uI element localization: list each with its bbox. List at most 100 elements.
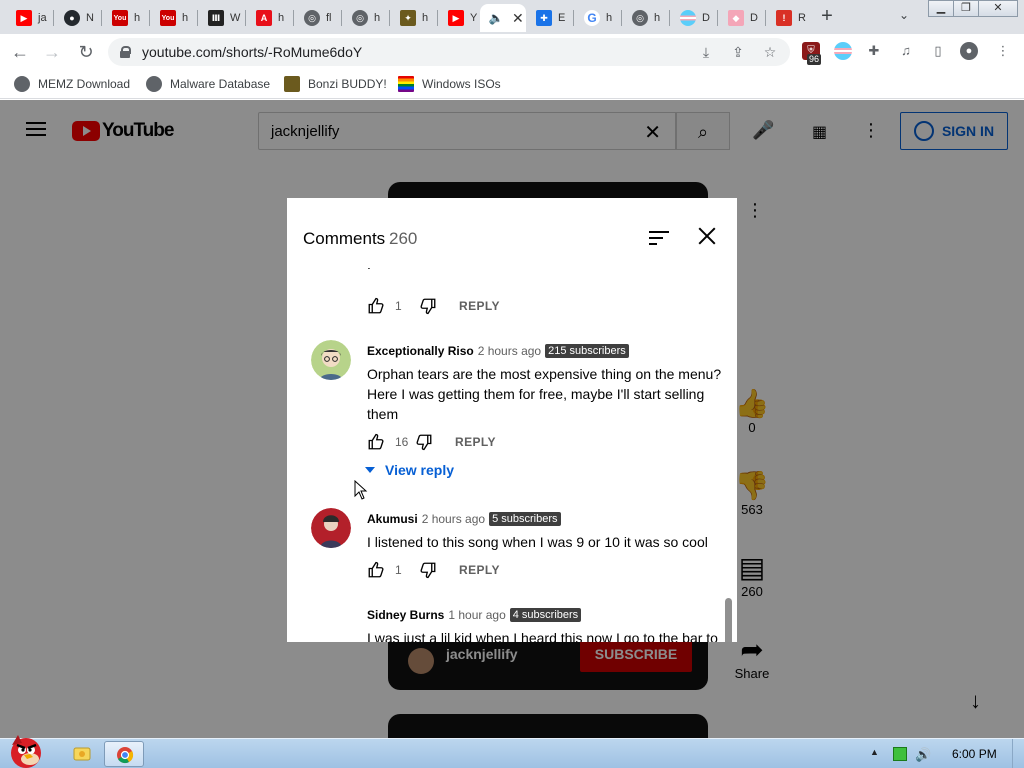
bookmark-label: MEMZ Download [38, 77, 131, 91]
globe-icon: ◎ [352, 10, 368, 26]
tab-9[interactable]: ✦ h [392, 4, 436, 32]
tab-15[interactable]: D [672, 4, 716, 32]
tab-title: h [182, 12, 189, 24]
tab-8[interactable]: ◎ h [344, 4, 388, 32]
thumbs-up-icon[interactable] [367, 297, 385, 315]
tab-title: h [278, 12, 285, 24]
tab-3[interactable]: You h [104, 4, 148, 32]
flag-extension-icon[interactable] [834, 42, 852, 60]
tab-13[interactable]: G h [576, 4, 620, 32]
avatar[interactable] [311, 508, 351, 548]
tray-expand-icon[interactable]: ▲ [870, 747, 884, 761]
tab-6[interactable]: A h [248, 4, 292, 32]
bookmark-windows-isos[interactable]: Windows ISOs [398, 76, 501, 92]
tab-4[interactable]: You h [152, 4, 196, 32]
forward-arrow-icon[interactable]: → [40, 40, 64, 64]
avatar[interactable] [311, 340, 351, 380]
scrollbar-thumb[interactable] [725, 598, 732, 642]
share-icon[interactable]: ⇪ [728, 42, 748, 62]
thumbs-down-icon[interactable] [419, 561, 437, 579]
bookmark-memz[interactable]: MEMZ Download [14, 76, 130, 92]
tab-1[interactable]: ▶ ja [8, 4, 52, 32]
close-window-button[interactable]: ✕ [978, 0, 1018, 17]
bookmark-bonzi[interactable]: Bonzi BUDDY! [284, 76, 387, 92]
profile-icon[interactable]: ● [960, 42, 978, 60]
comment-meta: Akumusi 2 hours ago 5 subscribers [367, 512, 561, 526]
minimize-button[interactable]: ▁ [928, 0, 954, 17]
tab-search-icon[interactable]: ⌄ [895, 8, 913, 26]
side-panel-icon[interactable]: ▯ [929, 42, 947, 60]
tab-title: Y [470, 12, 478, 24]
battery-icon[interactable] [893, 747, 907, 761]
sort-icon[interactable] [649, 230, 669, 246]
angry-bird-start-icon[interactable] [0, 731, 52, 768]
comment-partial: . 1 REPLY [287, 268, 737, 318]
tab-17[interactable]: ! R [768, 4, 812, 32]
tab-14[interactable]: ◎ h [624, 4, 668, 32]
comments-list[interactable]: . 1 REPLY Exceptionally Riso 2 hours ago… [287, 268, 737, 642]
bookmarks-bar: MEMZ Download Malware Database Bonzi BUD… [0, 70, 1024, 99]
close-icon[interactable] [697, 226, 717, 246]
comment-time[interactable]: 1 hour ago [448, 608, 505, 622]
show-desktop-button[interactable] [1012, 739, 1024, 768]
tab-5[interactable]: Ⅲ W [200, 4, 244, 32]
tab-7[interactable]: ◎ fl [296, 4, 340, 32]
reply-button[interactable]: REPLY [455, 435, 496, 449]
comment-author[interactable]: Sidney Burns [367, 608, 444, 622]
url-text[interactable]: youtube.com/shorts/-RoMume6doY [142, 44, 362, 60]
comments-header: Comments 260 [287, 198, 737, 268]
media-control-icon[interactable]: ♫ [897, 42, 915, 60]
comment-author[interactable]: Akumusi [367, 512, 418, 526]
maximize-button[interactable]: ❐ [953, 0, 979, 17]
tab-10[interactable]: ▶ Y [440, 4, 480, 32]
reply-button[interactable]: REPLY [459, 563, 500, 577]
address-bar[interactable]: youtube.com/shorts/-RoMume6doY ⤓ ⇪ ☆ [108, 38, 790, 66]
comment-actions: 16 REPLY [367, 432, 496, 452]
speaker-icon[interactable]: 🔈 [488, 10, 504, 26]
explorer-taskbar-button[interactable] [62, 741, 102, 767]
chrome-taskbar-button[interactable] [104, 741, 144, 767]
comment-text: Orphan tears are the most expensive thin… [367, 366, 722, 422]
bonzi-icon [284, 76, 300, 92]
volume-icon[interactable]: 🔊 [915, 747, 931, 762]
tab-active[interactable]: 🔈 ✕ [480, 4, 526, 32]
reload-icon[interactable]: ↻ [74, 40, 98, 64]
extensions-puzzle-icon[interactable]: ✚ [865, 42, 883, 60]
tab-title: fl [326, 12, 332, 24]
clock[interactable]: 6:00 PM [952, 747, 997, 761]
tab-2[interactable]: ● N [56, 4, 100, 32]
caret-down-icon [365, 467, 375, 473]
tab-16[interactable]: ◆ D [720, 4, 764, 32]
youtube-icon: ▶ [16, 10, 32, 26]
thumbs-down-icon[interactable] [419, 297, 437, 315]
comment-meta: Exceptionally Riso 2 hours ago 215 subsc… [367, 344, 629, 358]
lock-icon[interactable] [120, 46, 131, 58]
extension-badge: 96 [807, 54, 822, 65]
view-reply-label: View reply [385, 462, 455, 478]
bookmark-star-icon[interactable]: ☆ [760, 42, 780, 62]
new-tab-button[interactable]: + [815, 6, 839, 28]
close-tab-icon[interactable]: ✕ [512, 10, 524, 27]
tab-strip: ▶ ja ● N You h You h Ⅲ W A h ◎ fl ◎ h ✦ … [0, 0, 1024, 34]
back-arrow-icon[interactable]: ← [8, 40, 32, 64]
thumbs-up-icon[interactable] [367, 433, 385, 451]
comment-author[interactable]: Exceptionally Riso [367, 344, 474, 358]
tab-title: R [798, 12, 806, 24]
comment-time[interactable]: 2 hours ago [422, 512, 485, 526]
view-reply-button[interactable]: View reply [365, 462, 454, 478]
mouse-cursor-icon [354, 480, 368, 500]
like-count: 1 [395, 299, 402, 313]
comment-time[interactable]: 2 hours ago [478, 344, 541, 358]
comments-count: 260 [389, 229, 418, 248]
thumbs-down-icon[interactable] [415, 433, 433, 451]
comment: Akumusi 2 hours ago 5 subscribers I list… [287, 508, 737, 588]
bookmark-malware-db[interactable]: Malware Database [146, 76, 270, 92]
install-icon[interactable]: ⤓ [696, 42, 716, 62]
chrome-menu-icon[interactable]: ⋮ [994, 42, 1012, 60]
youtube-classic-icon: You [112, 10, 128, 26]
tab-title: h [606, 12, 613, 24]
tab-12[interactable]: ✚ E [528, 4, 572, 32]
thumbs-up-icon[interactable] [367, 561, 385, 579]
alert-icon: ! [776, 10, 792, 26]
reply-button[interactable]: REPLY [459, 299, 500, 313]
